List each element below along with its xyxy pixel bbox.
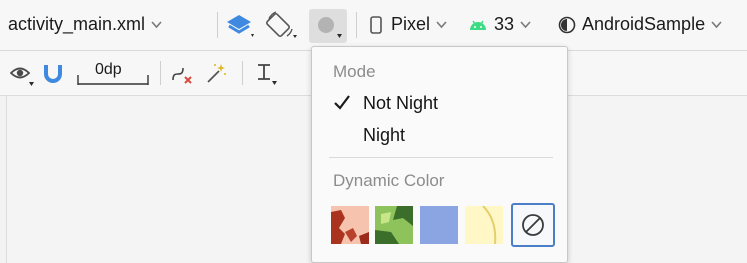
theme-icon xyxy=(558,16,576,33)
menu-item-not-night[interactable]: Not Night xyxy=(312,90,567,118)
guidelines-icon[interactable] xyxy=(255,62,281,91)
separator xyxy=(160,61,161,85)
api-level: 33 xyxy=(494,14,515,34)
menu-divider xyxy=(329,157,553,158)
menu-item-night[interactable]: Night xyxy=(312,122,567,150)
swatch-none[interactable] xyxy=(511,203,555,247)
layers-icon[interactable] xyxy=(226,11,256,44)
separator xyxy=(217,12,218,38)
swatch-green-wallpaper[interactable] xyxy=(375,206,413,244)
dynamic-color-header: Dynamic Color xyxy=(333,171,445,190)
separator xyxy=(242,61,243,85)
clear-constraints-icon[interactable] xyxy=(170,62,196,91)
night-mode-button[interactable] xyxy=(309,9,347,43)
margin-value: 0dp xyxy=(95,61,122,78)
file-selector[interactable]: activity_main.xml xyxy=(8,14,162,35)
night-mode-menu: Mode Not Night Night Dynamic Color xyxy=(311,46,568,263)
android-icon xyxy=(470,20,486,30)
api-level-selector[interactable]: 33 xyxy=(469,14,531,35)
file-name: activity_main.xml xyxy=(8,14,146,34)
phone-icon xyxy=(370,15,382,34)
magic-wand-icon[interactable] xyxy=(206,62,228,89)
no-color-icon xyxy=(522,214,544,236)
checkmark-icon xyxy=(334,95,350,110)
eye-icon[interactable] xyxy=(9,63,36,92)
option-label: Night xyxy=(363,125,406,145)
device-name: Pixel xyxy=(391,14,431,34)
design-toolbar: activity_main.xml Pixel 33 AndroidSample xyxy=(0,0,747,51)
chevron-down-icon xyxy=(436,20,447,28)
option-label: Not Night xyxy=(363,93,439,113)
theme-name: AndroidSample xyxy=(582,14,706,34)
mode-header: Mode xyxy=(333,62,376,81)
theme-selector[interactable]: AndroidSample xyxy=(558,14,722,35)
chevron-down-icon xyxy=(520,20,531,28)
magnet-icon[interactable] xyxy=(43,63,63,90)
chevron-down-icon xyxy=(711,20,722,28)
device-selector[interactable]: Pixel xyxy=(370,14,447,35)
default-margin-button[interactable]: 0dp xyxy=(72,61,152,88)
swatch-red-wallpaper[interactable] xyxy=(331,206,369,244)
swatch-blue[interactable] xyxy=(420,206,458,244)
separator xyxy=(356,12,357,38)
orientation-icon[interactable] xyxy=(265,10,299,45)
swatch-yellow[interactable] xyxy=(465,205,503,245)
chevron-down-icon xyxy=(151,20,162,28)
